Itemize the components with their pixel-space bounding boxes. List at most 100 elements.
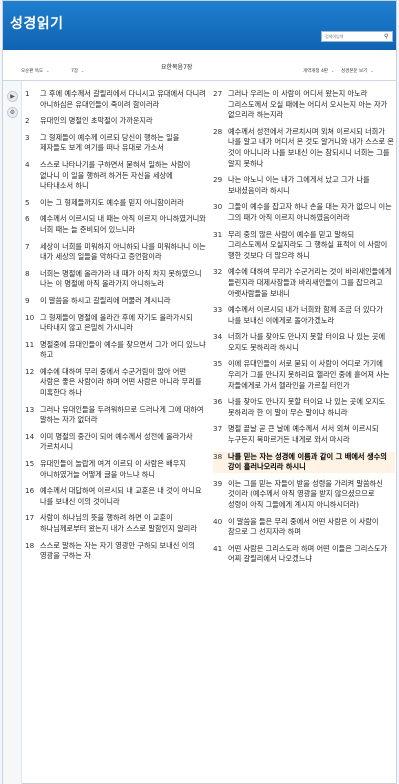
verse-number: 29 [213, 175, 223, 185]
verse-row[interactable]: 14 이미 명절의 중간이 되어 예수께서 성전에 올라가사 가르치시니 [25, 432, 207, 453]
verse-number: 32 [213, 267, 223, 277]
verse-number: 11 [25, 339, 35, 349]
verse-row[interactable]: 3 그 형제들이 예수께 이르되 당신이 행하는 일을 제자들도 보게 여기를 떠… [25, 133, 207, 154]
verse-text: 명절 끝날 곧 큰 날에 예수께서 서서 외쳐 이르시되 누구든지 목마르거든 … [228, 424, 379, 445]
verse-row[interactable]: 35 이에 유대인들이 서로 묻되 이 사람이 어디로 가기에 우리가 그를 만나… [213, 359, 395, 391]
verse-row[interactable]: 10 그 형제들이 명절에 올라간 후에 자기도 올라가시되 나타내지 않고 은밀… [25, 313, 207, 334]
verse-number: 15 [25, 459, 35, 469]
verse-row[interactable]: 30 그들이 예수를 잡고자 하나 손을 대는 자가 없으니 이는 그의 때가 아… [213, 202, 395, 223]
verse-row[interactable]: 29 나는 아노니 이는 내가 그에게서 났고 그가 나를 보내셨음이라 하시니 [213, 175, 395, 196]
verse-row[interactable]: 7 세상이 너희를 미워하지 아니하되 나를 미워하나니 이는 내가 세상의 일들… [25, 242, 207, 263]
verse-column-right: 27 그러나 우리는 이 사람이 어디서 왔는지 아노라 그리스도께서 오실 때에… [213, 89, 395, 571]
verse-row[interactable]: 12 예수에 대하여 무리 중에서 수군거림이 많아 어떤 사람은 좋은 사람이라… [25, 367, 207, 399]
verse-row[interactable]: 11 명절중에 유대인들이 예수를 찾으면서 그가 어디 있느냐 하고 [25, 340, 207, 361]
verse-number: 6 [25, 214, 30, 224]
verse-text: 이 말씀을 하시고 갈릴리에 머물러 계시니라 [40, 295, 171, 305]
verse-text: 이미 명절의 중간이 되어 예수께서 성전에 올라가사 가르치시니 [40, 431, 193, 452]
verse-text: 예수께서 성전에서 가르치시며 외쳐 이르시되 너희가 나를 알고 내가 어디서… [228, 126, 395, 168]
verse-number: 4 [25, 159, 30, 169]
verse-row[interactable]: 13 그러나 유대인들을 두려워하므로 드러나게 그에 대하여 말하는 자가 없더… [25, 405, 207, 426]
verse-number: 30 [213, 202, 223, 212]
verse-text: 유대인의 명절인 초막절이 가까운지라 [40, 116, 153, 126]
verse-text: 그러나 우리는 이 사람이 어디서 왔는지 아노라 그리스도께서 오실 때에는 … [228, 89, 388, 120]
verse-row[interactable]: 6 예수께서 이르시되 내 때는 아직 이르지 아니하였거니와 너희 때는 늘 준… [25, 214, 207, 235]
verse-number: 28 [213, 126, 223, 136]
verse-row[interactable]: 5 이는 그 형제들까지도 예수를 믿지 아니함이러라 [25, 198, 207, 209]
verse-text: 이는 그 형제들까지도 예수를 믿지 아니함이러라 [40, 197, 184, 207]
verse-text: 예수께서 이르시되 내 때는 아직 이르지 아니하였거니와 너희 때는 늘 준비… [40, 214, 206, 234]
verse-row[interactable]: 38 나를 믿는 자는 성경에 이름과 같이 그 배에서 생수의 강이 흘러나오리… [213, 451, 395, 473]
verse-number: 37 [213, 424, 223, 434]
verse-row[interactable]: 32 예수에 대하여 무리가 수군거리는 것이 바리새인들에게 들린지라 대제사장… [213, 267, 395, 299]
chapter-select[interactable]: 7장 ⌄ [71, 68, 84, 74]
verse-row[interactable]: 31 무리 중의 많은 사람이 예수를 믿고 말하되 그리스도께서 오실지라도 그… [213, 230, 395, 262]
verse-row[interactable]: 18 스스로 말하는 자는 자기 영광만 구하되 보내신 이의 영광을 구하는 자 [25, 541, 207, 562]
verse-row[interactable]: 17 사람이 하나님의 뜻을 행하려 하면 이 교훈이 하나님께로부터 왔는지 내… [25, 513, 207, 534]
verse-text: 사람이 하나님의 뜻을 행하려 하면 이 교훈이 하나님께로부터 왔는지 내가 … [40, 513, 197, 533]
verse-number: 8 [25, 268, 30, 278]
search-icon[interactable]: ⚲ [384, 33, 391, 40]
verse-row[interactable]: 15 유대인들이 놀랍게 여겨 이르되 이 사람은 배우지 아니하였거늘 어떻게 … [25, 459, 207, 480]
verse-row[interactable]: 9 이 말씀을 하시고 갈릴리에 머물러 계시니라 [25, 296, 207, 307]
search-input[interactable] [321, 31, 393, 42]
verse-number: 16 [25, 486, 35, 496]
chevron-down-icon: ⌄ [331, 68, 335, 73]
verse-row[interactable]: 39 이는 그를 믿는 자들이 받을 성령을 가리켜 말씀하신 것이라 (예수께서… [213, 479, 395, 511]
verse-text: 세상이 너희를 미워하지 아니하되 나를 미워하나니 이는 내가 세상의 일들을… [40, 241, 206, 262]
chapter-select-label: 7장 [71, 69, 79, 74]
verse-row[interactable]: 27 그러나 우리는 이 사람이 어디서 왔는지 아노라 그리스도께서 오실 때에… [213, 89, 395, 121]
verse-row[interactable]: 2 유대인의 명절인 초막절이 가까운지라 [25, 116, 207, 127]
verse-text: 이 말씀을 들은 무리 중에서 어떤 사람은 이 사람이 참으로 그 선지자라 … [228, 516, 379, 537]
verse-number: 5 [25, 197, 30, 207]
play-icon: ▶ [10, 93, 15, 100]
side-rail: ▶ ⚙ [3, 81, 22, 784]
verse-row[interactable]: 34 너희가 나를 찾아도 만나지 못할 터이요 나 있는 곳에 오지도 못하리라… [213, 332, 395, 353]
verse-text: 나는 아노니 이는 내가 그에게서 났고 그가 나를 보내셨음이라 하시니 [228, 175, 370, 195]
verse-number: 38 [213, 451, 223, 461]
verse-row[interactable]: 4 스스로 나타나기를 구하면서 묻혀서 일하는 사람이 없나니 이 일을 행하려… [25, 160, 207, 192]
verse-number: 2 [25, 116, 30, 126]
verse-text: 예수에 대하여 무리가 수군거리는 것이 바리새인들에게 들린지라 대제사장들과… [228, 267, 392, 298]
settings-button[interactable]: ⚙ [7, 107, 18, 118]
verse-number: 1 [25, 89, 30, 98]
app-window: 성경읽기 ⚲ 오순판 독도⌄ 7장⌄ 요한복음7장 개역개정 4판⌄ 성경본문 … [2, 0, 397, 784]
verse-text: 그들이 예수를 잡고자 하나 손을 대는 자가 없으니 이는 그의 때가 아직 … [228, 202, 392, 222]
verse-text: 예수에 대하여 무리 중에서 수군거림이 많아 어떤 사람은 좋은 사람이라 하… [40, 366, 202, 398]
verse-row[interactable]: 16 예수께서 대답하여 이르시되 내 교훈은 내 것이 아니요 나를 보내신 이… [25, 486, 207, 507]
verse-row[interactable]: 37 명절 끝날 곧 큰 날에 예수께서 서서 외쳐 이르시되 누구든지 목마르거… [213, 424, 395, 445]
chevron-down-icon: ⌄ [46, 68, 50, 73]
verse-number: 13 [25, 404, 35, 414]
view-label: 성경본문 보기 [341, 69, 368, 74]
verse-row[interactable]: 41 어떤 사람은 그리스도라 하며 어떤 이들은 그리스도가 어찌 갈릴리에서 … [213, 544, 395, 565]
verse-text: 유대인들이 놀랍게 여겨 이르되 이 사람은 배우지 아니하였거늘 어떻게 글을… [40, 459, 186, 479]
verse-row[interactable]: 8 너희는 명절에 올라가라 내 때가 아직 차지 못하였으니 나는 이 명절에 … [25, 269, 207, 290]
verse-text: 그러나 유대인들을 두려워하므로 드러나게 그에 대하여 말하는 자가 없더라 [40, 404, 204, 425]
verse-text: 예수께서 이르시되 내가 너희와 함께 조금 더 있다가 나를 보내신 이에게로… [228, 305, 383, 325]
chevron-down-icon: ⌄ [81, 68, 85, 73]
verse-number: 12 [25, 366, 35, 376]
verse-number: 35 [213, 359, 223, 369]
app-title: 성경읽기 [10, 16, 64, 32]
verse-number: 41 [213, 543, 223, 553]
verse-number: 31 [213, 229, 223, 239]
verse-text: 이에 유대인들이 서로 묻되 이 사람이 어디로 가기에 우리가 그를 만나지 … [228, 359, 390, 390]
version-select[interactable]: 오순판 독도 ⌄ [21, 68, 50, 74]
play-button[interactable]: ▶ [7, 91, 18, 102]
verse-number: 7 [25, 241, 30, 251]
verse-row[interactable]: 40 이 말씀을 들은 무리 중에서 어떤 사람은 이 사람이 참으로 그 선지자… [213, 517, 395, 538]
verse-number: 33 [213, 305, 223, 315]
translation-select[interactable]: 개역개정 4판 ⌄ [303, 68, 334, 74]
verse-text: 나를 믿는 자는 성경에 이름과 같이 그 배에서 생수의 강이 흘러나오리라 … [228, 451, 387, 472]
verse-number: 39 [213, 478, 223, 488]
version-label: 오순판 독도 [21, 69, 44, 74]
view-select[interactable]: 성경본문 보기 ⌄ [341, 68, 374, 74]
verse-text: 나를 찾아도 만나지 못할 터이요 나 있는 곳에 오지도 못하리라 한 이 말… [228, 397, 386, 417]
verse-text: 이는 그를 믿는 자들이 받을 성령을 가리켜 말씀하신 것이라 (예수께서 아… [228, 478, 383, 509]
verse-row[interactable]: 28 예수께서 성전에서 가르치시며 외쳐 이르시되 너희가 나를 알고 내가 어… [213, 127, 395, 169]
gear-icon: ⚙ [9, 109, 16, 116]
verse-row[interactable]: 33 예수께서 이르시되 내가 너희와 함께 조금 더 있다가 나를 보내신 이에… [213, 305, 395, 326]
header-bar: 성경읽기 ⚲ [3, 1, 396, 50]
verse-row[interactable]: 1 그 후에 예수께서 갈릴리에서 다니시고 유대에서 다니려 아니하심은 유대인… [25, 89, 207, 110]
verse-row[interactable]: 36 나를 찾아도 만나지 못할 터이요 나 있는 곳에 오지도 못하리라 한 이… [213, 397, 395, 418]
verse-text: 그 형제들이 명절에 올라간 후에 자기도 올라가시되 나타내지 않고 은밀히 … [40, 312, 193, 333]
